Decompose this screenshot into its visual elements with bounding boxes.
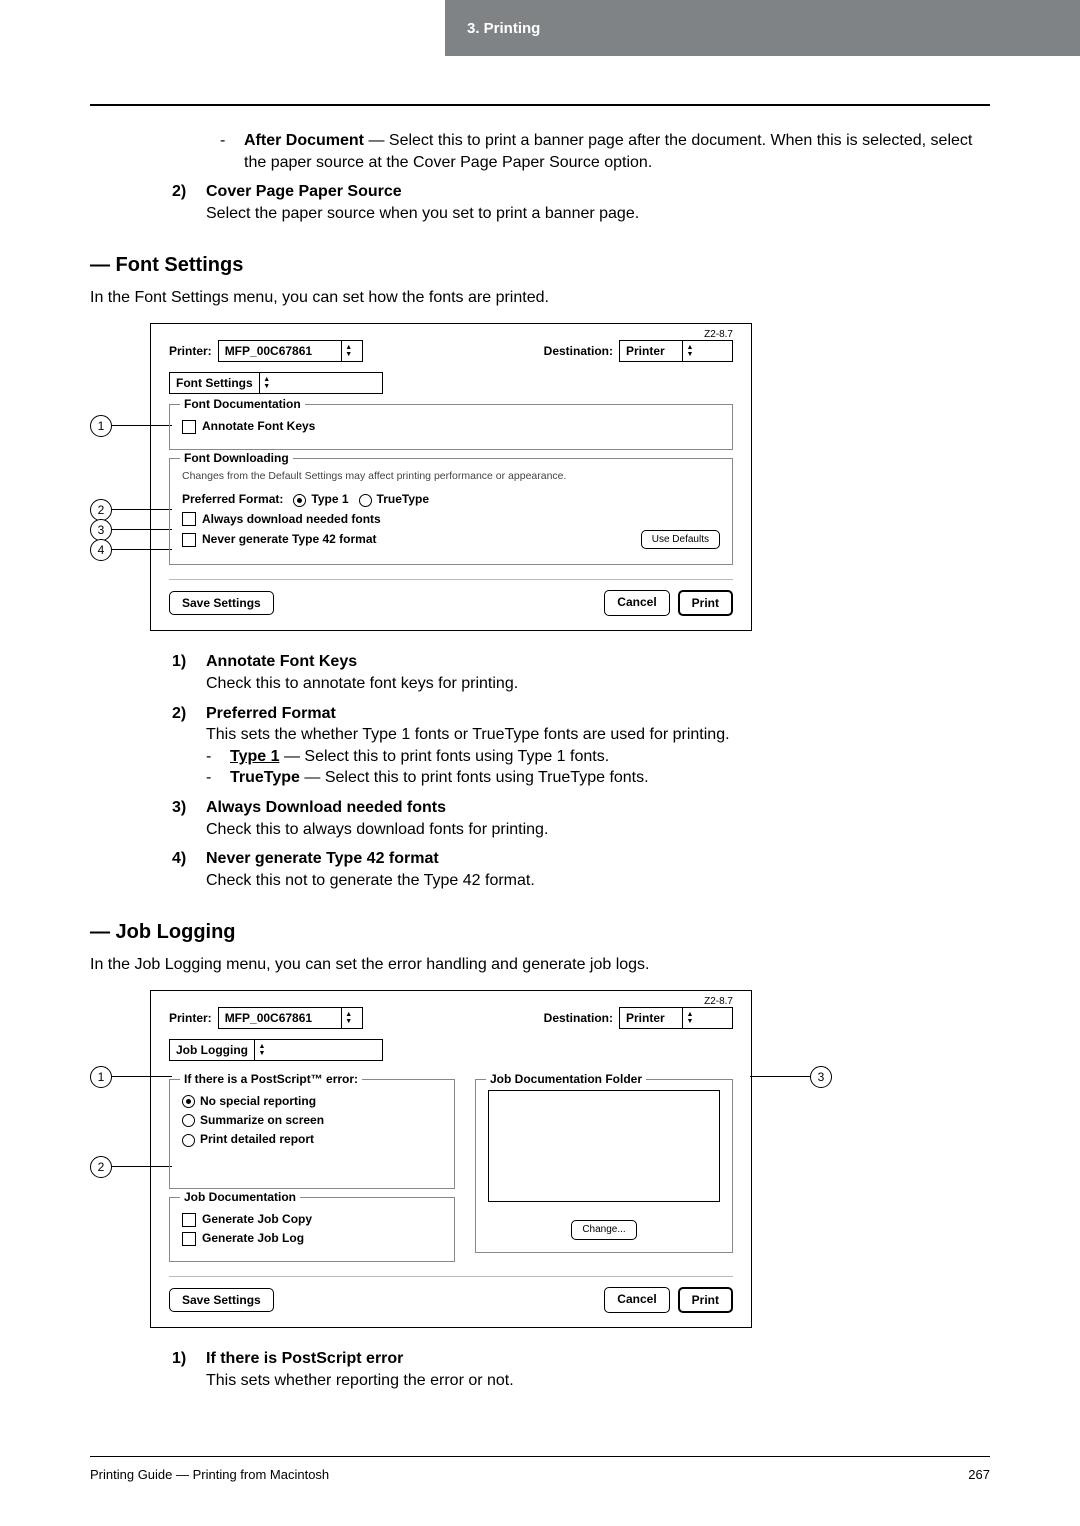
- updown-icon: ▲▼: [682, 341, 697, 361]
- updown-icon: ▲▼: [341, 1008, 356, 1028]
- font-settings-dialog-wrap: 1 2 3 4 Z2-8.7 Printer: MFP_00C67861 ▲▼: [90, 323, 990, 631]
- updown-icon: ▲▼: [341, 341, 356, 361]
- cover-page-desc: Select the paper source when you set to …: [206, 203, 990, 225]
- footer: Printing Guide — Printing from Macintosh…: [90, 1456, 990, 1482]
- change-button[interactable]: Change...: [571, 1220, 636, 1240]
- no-reporting-radio[interactable]: [182, 1095, 195, 1108]
- job-logging-dialog-wrap: 1 2 3 Z2-8.7 Printer: MFP_00C67861 ▲▼: [90, 990, 990, 1329]
- always-download-checkbox[interactable]: [182, 512, 196, 526]
- annotate-checkbox[interactable]: [182, 420, 196, 434]
- callout-2: 2: [90, 499, 112, 521]
- save-settings-button[interactable]: Save Settings: [169, 1288, 274, 1312]
- callout-jl-1: 1: [90, 1066, 112, 1088]
- folder-group: Job Documentation Folder Change...: [475, 1079, 733, 1253]
- destination-select[interactable]: Printer ▲▼: [619, 1007, 733, 1029]
- footer-left: Printing Guide — Printing from Macintosh: [90, 1467, 329, 1482]
- destination-label: Destination:: [544, 1010, 613, 1026]
- page-number: 267: [968, 1467, 990, 1482]
- detailed-radio[interactable]: [182, 1134, 195, 1147]
- font-downloading-group: Font Downloading Changes from the Defaul…: [169, 458, 733, 565]
- cancel-button[interactable]: Cancel: [604, 1287, 669, 1313]
- job-documentation-group: Job Documentation Generate Job Copy Gene…: [169, 1197, 455, 1262]
- updown-icon: ▲▼: [254, 1040, 269, 1060]
- printer-select[interactable]: MFP_00C67861 ▲▼: [218, 340, 363, 362]
- font-settings-heading: — Font Settings: [90, 252, 990, 279]
- job-logging-heading: — Job Logging: [90, 919, 990, 946]
- after-document-term: After Document: [244, 132, 364, 149]
- panel-select[interactable]: Job Logging ▲▼: [169, 1039, 383, 1061]
- destination-label: Destination:: [544, 343, 613, 359]
- font-settings-intro: In the Font Settings menu, you can set h…: [90, 287, 990, 309]
- use-defaults-button[interactable]: Use Defaults: [641, 530, 720, 550]
- print-button[interactable]: Print: [678, 1287, 733, 1313]
- job-logging-intro: In the Job Logging menu, you can set the…: [90, 954, 990, 976]
- updown-icon: ▲▼: [682, 1008, 697, 1028]
- callout-jl-2: 2: [90, 1156, 112, 1178]
- folder-listbox[interactable]: [488, 1090, 720, 1202]
- type1-radio[interactable]: [293, 494, 306, 507]
- updown-icon: ▲▼: [259, 373, 274, 393]
- after-document-bullet: - After Document — Select this to print …: [220, 130, 990, 173]
- gen-log-checkbox[interactable]: [182, 1232, 196, 1246]
- cover-page-title: Cover Page Paper Source: [206, 181, 990, 203]
- panel-select[interactable]: Font Settings ▲▼: [169, 372, 383, 394]
- callout-4: 4: [90, 539, 112, 561]
- callout-1: 1: [90, 415, 112, 437]
- save-settings-button[interactable]: Save Settings: [169, 591, 274, 615]
- cover-page-item: 2) Cover Page Paper Source Select the pa…: [172, 181, 990, 224]
- top-rule: [90, 104, 990, 106]
- printer-label: Printer:: [169, 343, 212, 359]
- font-documentation-group: Font Documentation Annotate Font Keys: [169, 404, 733, 450]
- chapter-label: 3. Printing: [467, 20, 540, 37]
- callout-3: 3: [90, 519, 112, 541]
- cancel-button[interactable]: Cancel: [604, 590, 669, 616]
- summarize-radio[interactable]: [182, 1114, 195, 1127]
- printer-select[interactable]: MFP_00C67861 ▲▼: [218, 1007, 363, 1029]
- job-logging-dialog: Z2-8.7 Printer: MFP_00C67861 ▲▼ Destinat…: [150, 990, 752, 1329]
- print-button[interactable]: Print: [678, 590, 733, 616]
- printer-label: Printer:: [169, 1010, 212, 1026]
- ps-error-group: If there is a PostScript™ error: No spec…: [169, 1079, 455, 1189]
- header-band: 3. Printing: [0, 0, 1080, 56]
- font-settings-dialog: Z2-8.7 Printer: MFP_00C67861 ▲▼ Destinat…: [150, 323, 752, 631]
- truetype-radio[interactable]: [359, 494, 372, 507]
- callout-jl-3: 3: [810, 1066, 832, 1088]
- gen-copy-checkbox[interactable]: [182, 1213, 196, 1227]
- destination-select[interactable]: Printer ▲▼: [619, 340, 733, 362]
- never-type42-checkbox[interactable]: [182, 533, 196, 547]
